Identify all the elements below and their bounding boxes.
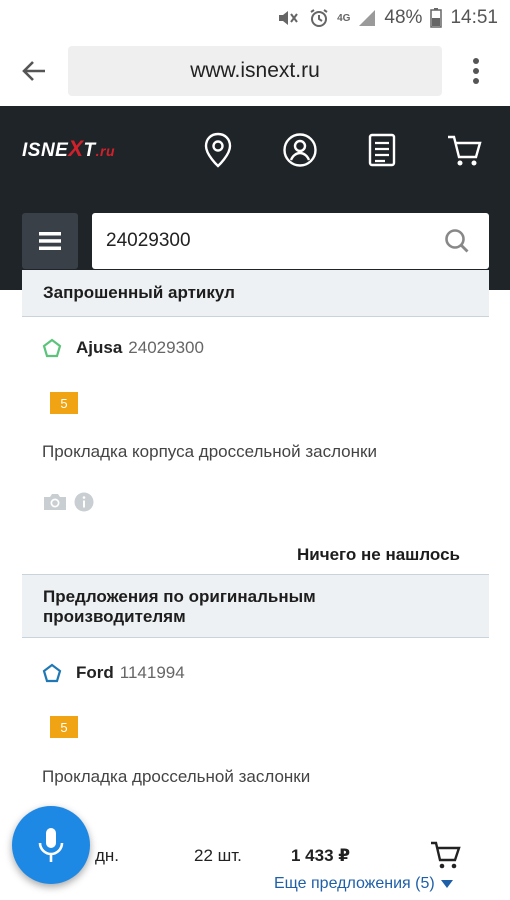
user-account-icon[interactable] bbox=[280, 130, 320, 170]
orders-notepad-icon[interactable] bbox=[362, 130, 402, 170]
status-bar: 4G 48% 14:51 bbox=[0, 0, 510, 36]
browser-toolbar: www.isnext.ru bbox=[0, 36, 510, 106]
original-offers-heading-line1: Предложения по оригинальным bbox=[43, 587, 316, 606]
offer-rating-badge: 5 bbox=[50, 716, 78, 738]
clock: 14:51 bbox=[450, 7, 498, 28]
offer-sku: 1141994 bbox=[119, 663, 185, 682]
offer-price: 1 433 ₽ bbox=[291, 846, 351, 865]
info-icon[interactable] bbox=[74, 492, 94, 517]
back-arrow-icon[interactable] bbox=[18, 56, 50, 86]
battery-icon bbox=[430, 8, 443, 28]
offer-description: Прокладка дроссельной заслонки bbox=[42, 767, 311, 786]
camera-icon[interactable] bbox=[42, 492, 68, 517]
original-offers-heading: Предложения по оригинальным производител… bbox=[22, 574, 489, 638]
search-icon[interactable] bbox=[443, 227, 471, 255]
pentagon-green-icon bbox=[42, 338, 62, 358]
offer-quantity: 22 шт. bbox=[194, 846, 242, 865]
search-input[interactable] bbox=[106, 213, 426, 269]
cart-icon[interactable] bbox=[444, 130, 484, 170]
signal-icon bbox=[358, 9, 376, 27]
network-type-icon: 4G bbox=[337, 12, 351, 24]
mute-icon bbox=[277, 8, 301, 28]
search-box bbox=[92, 213, 489, 269]
site-header: ISNEXT.ru bbox=[0, 106, 510, 290]
catalog-menu-button[interactable] bbox=[22, 213, 78, 269]
caret-down-icon bbox=[440, 880, 453, 888]
requested-brand: Ajusa bbox=[76, 338, 123, 357]
offer-item-brand-line[interactable]: Ford 1141994 bbox=[42, 663, 185, 683]
alarm-icon bbox=[309, 8, 329, 28]
voice-search-button[interactable] bbox=[12, 806, 90, 884]
nothing-found-text: Ничего не нашлось bbox=[297, 545, 460, 564]
offer-brand: Ford bbox=[76, 663, 114, 682]
offer-delivery: дн. bbox=[95, 846, 120, 865]
requested-item-brand-line[interactable]: Ajusa 24029300 bbox=[42, 338, 204, 358]
status-icons: 4G 48% 14:51 bbox=[277, 6, 498, 30]
microphone-icon bbox=[38, 828, 64, 862]
more-offers-label: Еще предложения (5) bbox=[274, 875, 435, 892]
hamburger-icon bbox=[39, 232, 61, 250]
address-bar[interactable]: www.isnext.ru bbox=[68, 46, 442, 96]
battery-percent: 48% bbox=[384, 7, 423, 28]
requested-rating-badge: 5 bbox=[50, 392, 78, 414]
requested-article-heading: Запрошенный артикул bbox=[22, 270, 489, 317]
more-vert-icon[interactable] bbox=[462, 54, 490, 88]
more-offers-link[interactable]: Еще предложения (5) bbox=[274, 875, 453, 893]
pentagon-blue-icon bbox=[42, 663, 62, 683]
original-offers-heading-line2: производителям bbox=[43, 607, 186, 626]
isnext-logo[interactable]: ISNEXT.ru bbox=[22, 136, 115, 162]
location-pin-icon[interactable] bbox=[198, 130, 238, 170]
requested-sku: 24029300 bbox=[128, 338, 204, 357]
requested-description: Прокладка корпуса дроссельной заслонки bbox=[42, 442, 377, 461]
add-to-cart-icon[interactable] bbox=[430, 840, 462, 875]
